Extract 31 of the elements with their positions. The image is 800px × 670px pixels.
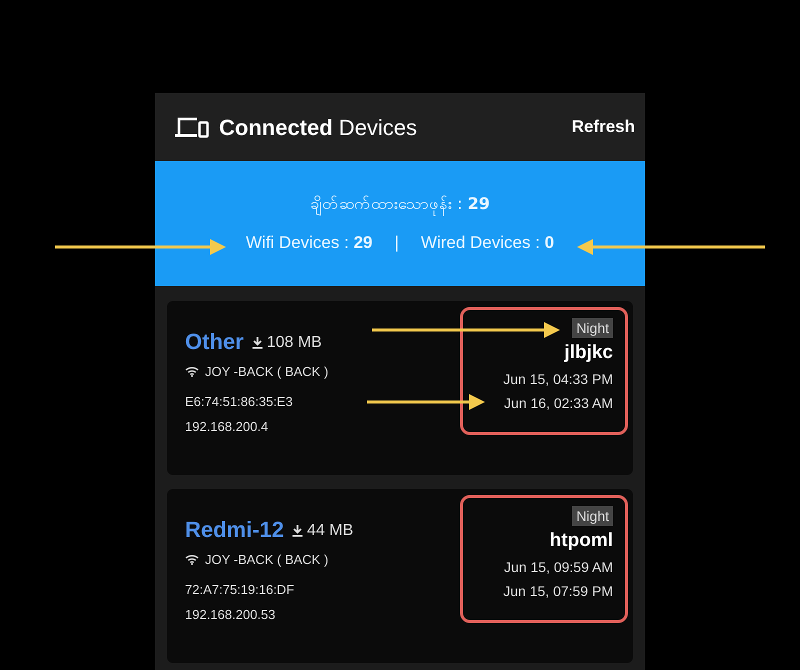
download-icon: [292, 525, 304, 537]
devices-icon: [175, 116, 209, 138]
end-time: Jun 15, 07:59 PM: [503, 582, 613, 601]
mac-address: 72:A7:75:19:16:DF: [185, 580, 296, 598]
total-count: ချိတ်ဆက်ထားသောဖုန်း : 29: [310, 192, 490, 216]
refresh-button[interactable]: Refresh: [572, 114, 635, 140]
network-name: JOY -BACK ( BACK ): [205, 363, 328, 381]
device-name: Other: [185, 328, 244, 356]
ip-address: 192.168.200.4: [185, 418, 270, 436]
data-usage: 108 MB: [266, 333, 322, 353]
page-title: Connected Devices: [219, 114, 418, 142]
device-card[interactable]: Other 108 MB JOY -BACK ( BACK ) E6:74:51:86:35:E3 192.168.200.4 Night jlbjkc Jun 15, 04:33 PM Jun 16, 02:33 AM: [167, 301, 633, 475]
wifi-icon: [185, 554, 199, 566]
period-tag: Night: [572, 506, 613, 526]
mac-address: E6:74:51:86:35:E3: [185, 392, 294, 410]
start-time: Jun 15, 09:59 AM: [504, 558, 613, 577]
separator: |: [394, 232, 399, 254]
wifi-icon: [185, 366, 199, 378]
device-name: Redmi-12: [185, 516, 284, 544]
download-icon: [252, 337, 263, 349]
data-usage: 44 MB: [307, 521, 354, 541]
wired-count: Wired Devices : 0: [420, 232, 554, 254]
voucher-code: jlbjkc: [564, 341, 613, 365]
device-card[interactable]: Redmi-12 44 MB JOY -BACK ( BACK ) 72:A7:75:19:16:DF 192.168.200.53 Night htpoml Jun 15, 09:59 AM Jun 15, 07:59 PM: [167, 489, 633, 663]
period-tag: Night: [572, 318, 613, 338]
ip-address: 192.168.200.53: [185, 606, 276, 624]
network-name: JOY -BACK ( BACK ): [205, 551, 328, 569]
end-time: Jun 16, 02:33 AM: [504, 394, 613, 413]
start-time: Jun 15, 04:33 PM: [503, 370, 613, 389]
voucher-code: htpoml: [550, 529, 613, 553]
wifi-count: Wifi Devices : 29: [246, 232, 372, 254]
